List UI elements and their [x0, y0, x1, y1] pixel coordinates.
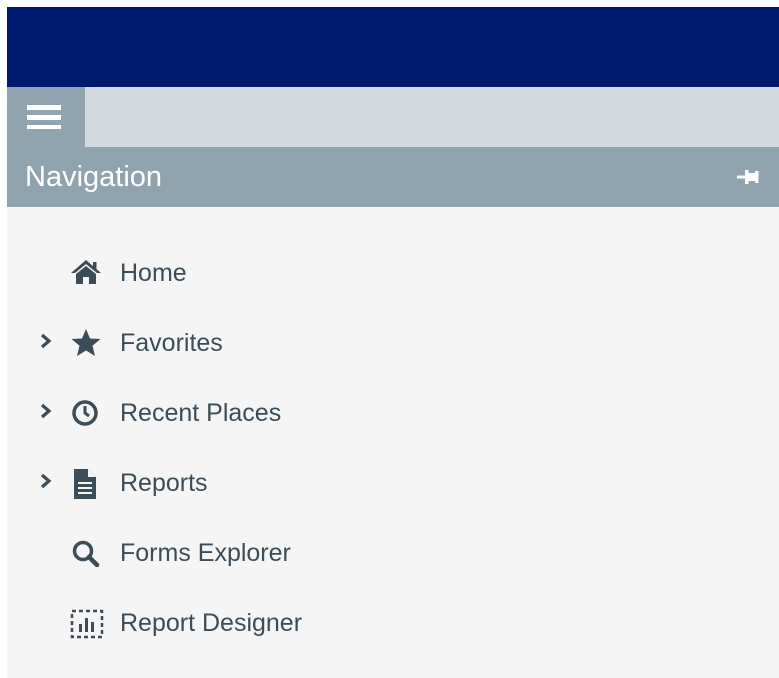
nav-item-forms-explorer[interactable]: Forms Explorer: [7, 517, 779, 587]
nav-item-label: Reports: [120, 469, 208, 497]
nav-item-label: Forms Explorer: [120, 539, 291, 567]
app-frame: Navigation Home Favorites Recent Places …: [7, 7, 779, 678]
hamburger-menu-button[interactable]: [7, 87, 85, 147]
navigation-list: Home Favorites Recent Places Reports For…: [7, 237, 779, 657]
nav-item-report-designer[interactable]: Report Designer: [7, 587, 779, 657]
chevron-right-icon[interactable]: [40, 333, 52, 354]
clock-icon: [70, 399, 100, 432]
top-banner: [7, 7, 779, 87]
pin-icon[interactable]: [737, 170, 759, 189]
navigation-title: Navigation: [25, 161, 163, 193]
nav-item-label: Home: [120, 259, 187, 287]
nav-item-label: Favorites: [120, 329, 223, 357]
nav-item-home[interactable]: Home: [7, 237, 779, 307]
chevron-right-icon[interactable]: [40, 403, 52, 424]
home-icon: [70, 259, 102, 290]
document-icon: [70, 469, 100, 504]
toolbar: [7, 87, 779, 147]
nav-item-label: Report Designer: [120, 609, 303, 637]
nav-item-reports[interactable]: Reports: [7, 447, 779, 517]
chevron-right-icon[interactable]: [40, 473, 52, 494]
nav-item-label: Recent Places: [120, 399, 282, 427]
star-icon: [70, 329, 102, 362]
report-designer-icon: [70, 609, 104, 644]
nav-item-recent-places[interactable]: Recent Places: [7, 377, 779, 447]
search-icon: [70, 539, 102, 572]
nav-item-favorites[interactable]: Favorites: [7, 307, 779, 377]
navigation-header: Navigation: [7, 147, 779, 207]
hamburger-icon: [27, 105, 61, 129]
